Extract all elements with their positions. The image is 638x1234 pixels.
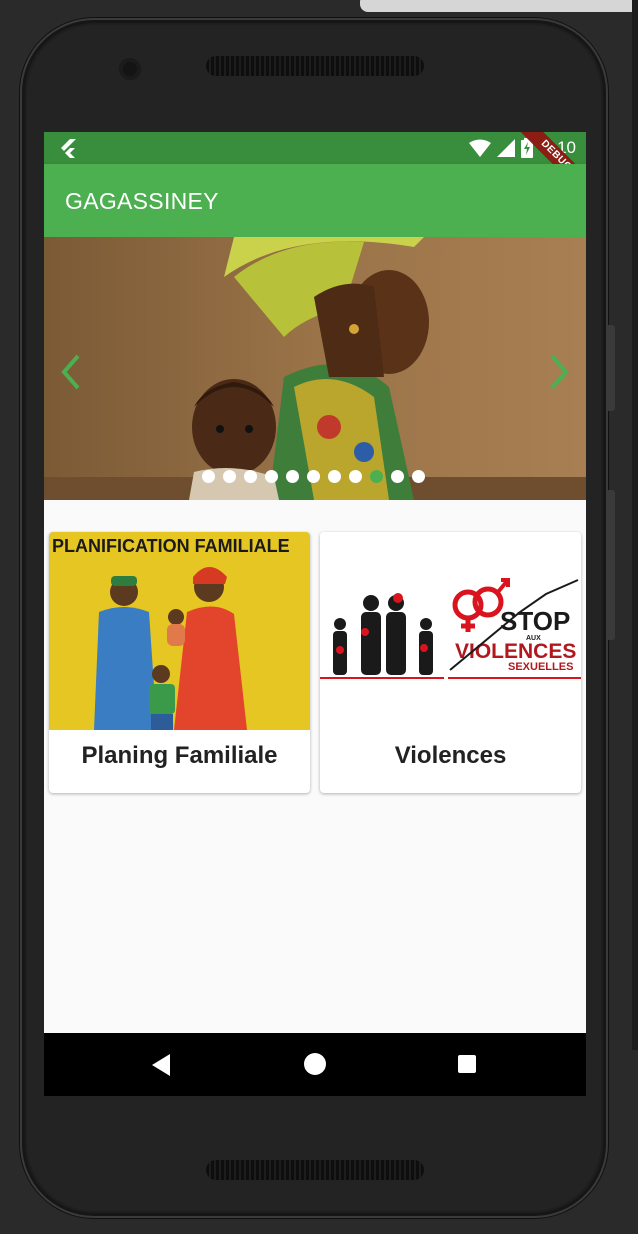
signal-icon	[496, 139, 515, 157]
wifi-icon	[468, 139, 491, 157]
image-carousel[interactable]	[44, 237, 586, 500]
app-bar: GAGASSINEY	[44, 164, 586, 237]
carousel-dot[interactable]	[349, 470, 362, 483]
card-planning-familiale[interactable]: PLANIFICATION FAMILIALE Planing Familial…	[49, 532, 310, 793]
card-label-violences: Violences	[394, 742, 507, 769]
card-violences[interactable]: STOP AUX VIOLENCES SEXUELLES Violences	[320, 532, 581, 793]
bottom-speaker	[206, 1160, 424, 1180]
carousel-dot[interactable]	[307, 470, 320, 483]
carousel-indicator	[202, 470, 425, 483]
carousel-dot[interactable]	[244, 470, 257, 483]
top-speaker	[206, 56, 424, 76]
carousel-photo	[44, 237, 586, 500]
violences-image: STOP AUX VIOLENCES SEXUELLES	[320, 532, 581, 730]
navigation-bar	[44, 1033, 586, 1096]
chevron-left-icon[interactable]	[56, 352, 86, 392]
carousel-dot[interactable]	[391, 470, 404, 483]
front-camera	[119, 58, 141, 80]
app-screen: 3:10 DEBUG GAGASSINEY	[44, 132, 586, 1096]
carousel-dot[interactable]	[412, 470, 425, 483]
home-icon[interactable]	[304, 1053, 326, 1075]
back-icon[interactable]	[152, 1054, 172, 1076]
carousel-dot[interactable]	[370, 470, 383, 483]
power-button	[608, 490, 615, 640]
carousel-dot[interactable]	[202, 470, 215, 483]
carousel-dot[interactable]	[265, 470, 278, 483]
flutter-icon	[61, 139, 76, 158]
desk-edge	[632, 0, 638, 1050]
sexuelles-text: SEXUELLES	[508, 661, 573, 673]
family-planning-poster-text: PLANIFICATION FAMILIALE	[52, 536, 290, 556]
carousel-dot[interactable]	[328, 470, 341, 483]
carousel-dot[interactable]	[223, 470, 236, 483]
status-bar: 3:10 DEBUG	[44, 132, 586, 205]
volume-button	[608, 325, 615, 411]
chevron-right-icon[interactable]	[544, 352, 574, 392]
app-title: GAGASSINEY	[65, 188, 219, 214]
recent-apps-icon[interactable]	[458, 1055, 476, 1073]
desk-background	[360, 0, 638, 12]
card-label-planning: Planing Familiale	[81, 742, 278, 769]
category-grid: PLANIFICATION FAMILIALE Planing Familial…	[49, 532, 581, 794]
family-planning-image: PLANIFICATION FAMILIALE	[49, 532, 310, 730]
carousel-dot[interactable]	[286, 470, 299, 483]
